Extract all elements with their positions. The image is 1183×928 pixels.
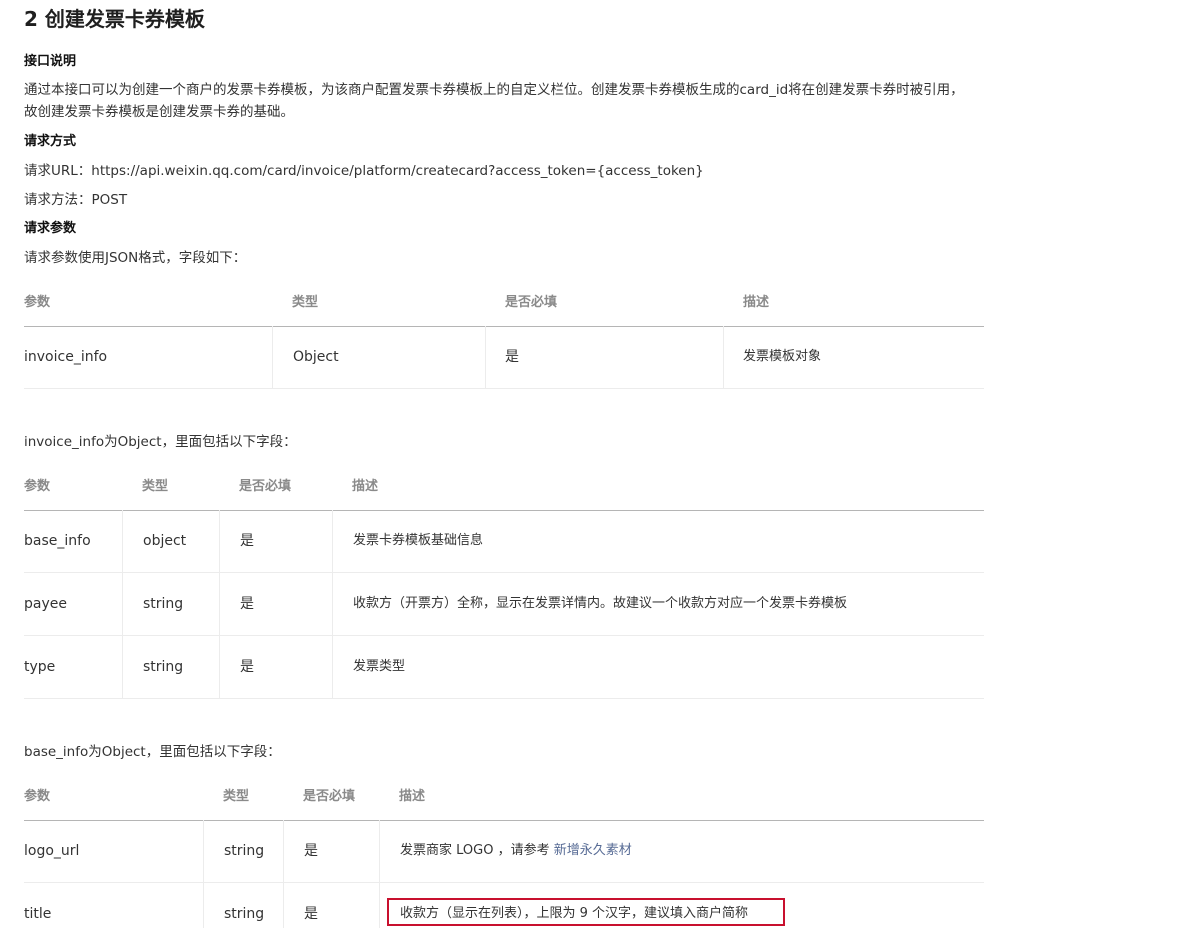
intro-heading: 接口说明 bbox=[24, 54, 77, 69]
invoice-info-intro: invoice_info为Object，里面包括以下字段： bbox=[24, 434, 297, 450]
header-desc: 描述 bbox=[352, 479, 379, 494]
page-title: 2 创建发票卡券模板 bbox=[24, 7, 205, 31]
cell-type: string bbox=[224, 906, 265, 922]
params-intro: 请求参数使用JSON格式，字段如下： bbox=[24, 250, 247, 266]
table-header: 参数 类型 是否必填 描述 bbox=[24, 464, 984, 511]
table-row: title string 是 收款方（显示在列表），上限为 9 个汉字，建议填入… bbox=[24, 883, 984, 928]
column-divider bbox=[219, 510, 220, 572]
permanent-material-link[interactable]: 新增永久素材 bbox=[554, 843, 632, 858]
header-type: 类型 bbox=[292, 295, 319, 310]
intro-text: 通过本接口可以为创建一个商户的发票卡券模板，为该商户配置发票卡券模板上的自定义栏… bbox=[24, 82, 964, 120]
base-info-intro: base_info为Object，里面包括以下字段： bbox=[24, 744, 281, 760]
table-row: type string 是 发票类型 bbox=[24, 636, 984, 699]
column-divider bbox=[219, 636, 220, 698]
cell-required: 是 bbox=[304, 843, 318, 859]
request-method: 请求方法：POST bbox=[24, 192, 128, 208]
column-divider bbox=[283, 883, 284, 928]
cell-required: 是 bbox=[240, 533, 254, 549]
column-divider bbox=[283, 820, 284, 882]
cell-param: invoice_info bbox=[24, 349, 108, 365]
table-row: base_info object 是 发票卡券模板基础信息 bbox=[24, 510, 984, 573]
request-url: 请求URL：https://api.weixin.qq.com/card/inv… bbox=[24, 163, 704, 179]
column-divider bbox=[379, 883, 380, 928]
cell-param: payee bbox=[24, 596, 67, 612]
cell-required: 是 bbox=[304, 906, 318, 922]
cell-type: string bbox=[143, 659, 184, 675]
column-divider bbox=[122, 510, 123, 572]
header-desc: 描述 bbox=[743, 295, 770, 310]
cell-param: type bbox=[24, 659, 56, 675]
cell-type: string bbox=[143, 596, 184, 612]
header-param: 参数 bbox=[24, 789, 51, 804]
desc-text: 收款方（显示在列表），上限为 9 个汉字，建议填入商户简称 bbox=[400, 906, 749, 921]
table-header: 参数 类型 是否必填 描述 bbox=[24, 280, 984, 327]
column-divider bbox=[122, 573, 123, 635]
cell-desc: 收款方（开票方）全称，显示在发票详情内。故建议一个收款方对应一个发票卡券模板 bbox=[353, 596, 848, 611]
cell-required: 是 bbox=[240, 659, 254, 675]
header-desc: 描述 bbox=[399, 789, 426, 804]
cell-param: title bbox=[24, 906, 52, 922]
column-divider bbox=[332, 510, 333, 572]
request-heading: 请求方式 bbox=[24, 134, 77, 149]
column-divider bbox=[219, 573, 220, 635]
column-divider bbox=[272, 326, 273, 388]
cell-desc: 发票卡券模板基础信息 bbox=[353, 533, 484, 548]
column-divider bbox=[723, 326, 724, 388]
invoice-info-table: 参数 类型 是否必填 描述 base_info object 是 发票卡券模板基… bbox=[24, 464, 984, 700]
request-params-table: 参数 类型 是否必填 描述 invoice_info Object 是 发票模板… bbox=[24, 280, 984, 390]
cell-desc: 收款方（显示在列表），上限为 9 个汉字，建议填入商户简称 bbox=[387, 883, 820, 928]
column-divider bbox=[485, 326, 486, 388]
header-param: 参数 bbox=[24, 295, 51, 310]
base-info-table: 参数 类型 是否必填 描述 logo_url string 是 发票商家 LOG… bbox=[24, 774, 984, 928]
cell-desc: 发票类型 bbox=[353, 659, 406, 674]
cell-type: Object bbox=[293, 349, 339, 365]
cell-param: base_info bbox=[24, 533, 91, 549]
params-heading: 请求参数 bbox=[24, 221, 77, 236]
header-type: 类型 bbox=[142, 479, 169, 494]
column-divider bbox=[122, 636, 123, 698]
cell-required: 是 bbox=[240, 596, 254, 612]
column-divider bbox=[332, 636, 333, 698]
cell-type: string bbox=[224, 843, 265, 859]
document-page: 2 创建发票卡券模板 接口说明 通过本接口可以为创建一个商户的发票卡券模板，为该… bbox=[0, 0, 1183, 928]
table-row: logo_url string 是 发票商家 LOGO ，请参考 新增永久素材 bbox=[24, 820, 984, 883]
column-divider bbox=[332, 573, 333, 635]
table-header: 参数 类型 是否必填 描述 bbox=[24, 774, 984, 821]
table-row: payee string 是 收款方（开票方）全称，显示在发票详情内。故建议一个… bbox=[24, 573, 984, 636]
table-row: invoice_info Object 是 发票模板对象 bbox=[24, 326, 984, 389]
header-required: 是否必填 bbox=[239, 479, 292, 494]
header-required: 是否必填 bbox=[303, 789, 356, 804]
desc-text: 发票商家 LOGO ，请参考 bbox=[400, 843, 554, 858]
cell-type: object bbox=[143, 533, 187, 549]
column-divider bbox=[203, 820, 204, 882]
header-type: 类型 bbox=[223, 789, 250, 804]
cell-desc: 发票模板对象 bbox=[743, 349, 822, 364]
cell-desc: 发票商家 LOGO ，请参考 新增永久素材 bbox=[400, 820, 632, 882]
cell-param: logo_url bbox=[24, 843, 80, 859]
header-param: 参数 bbox=[24, 479, 51, 494]
cell-required: 是 bbox=[505, 349, 519, 365]
header-required: 是否必填 bbox=[505, 295, 558, 310]
column-divider bbox=[203, 883, 204, 928]
column-divider bbox=[379, 820, 380, 882]
